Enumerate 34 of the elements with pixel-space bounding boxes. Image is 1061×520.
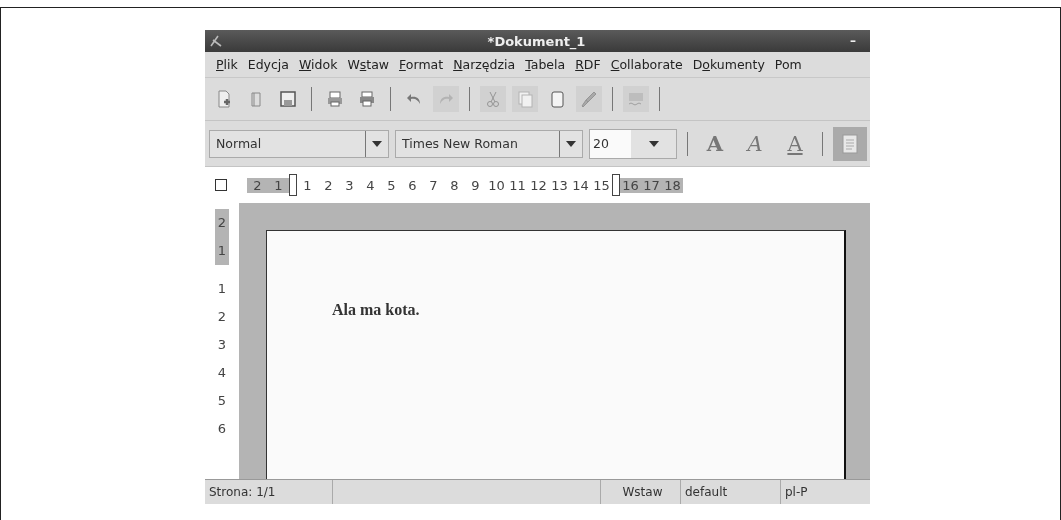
status-field: pl-P (781, 480, 870, 504)
menu-item[interactable]: Edycja (242, 57, 294, 72)
menu-item[interactable]: Tabela (520, 57, 571, 72)
menu-item[interactable]: Widok (294, 57, 343, 72)
menu-item[interactable]: Wstaw (342, 57, 395, 72)
caret-icon (566, 140, 576, 147)
status-field: Wstaw (601, 480, 681, 504)
style-dropdown[interactable]: Normal (209, 129, 389, 158)
menu-item[interactable]: Dokumenty (687, 57, 770, 72)
brush-icon (579, 89, 599, 109)
page-icon (842, 133, 858, 154)
window-title: *Dokument_1 (486, 33, 587, 49)
menu-item[interactable]: RDF (570, 57, 606, 72)
document-text: Ala ma kota. (332, 301, 421, 319)
menu-item[interactable]: Narzędzia (448, 57, 521, 72)
menu-item[interactable]: Collaborate (605, 57, 688, 72)
font-dropdown[interactable]: Times New Roman (395, 129, 583, 158)
status-field: default (681, 480, 781, 504)
app-logo-icon (209, 34, 223, 48)
font-size-field[interactable]: 20 (589, 128, 677, 159)
menu-item[interactable]: Format (394, 57, 449, 72)
tab-stop-button[interactable] (215, 179, 227, 191)
menu-item[interactable]: Pom (769, 57, 807, 72)
vertical-ruler[interactable]: 2 1 1 2 3 4 5 6 (205, 203, 239, 479)
minimize-button[interactable]: – (850, 34, 856, 48)
status-field: Strona: 1/1 (205, 480, 333, 504)
align-left-button[interactable] (833, 126, 867, 161)
menu-item[interactable]: Plik (211, 57, 243, 72)
caret-icon (372, 140, 382, 147)
save-icon (278, 89, 298, 109)
print-icon (357, 89, 377, 109)
caret-icon (648, 140, 659, 147)
copy-icon (515, 89, 535, 109)
print-preview-icon (325, 89, 345, 109)
